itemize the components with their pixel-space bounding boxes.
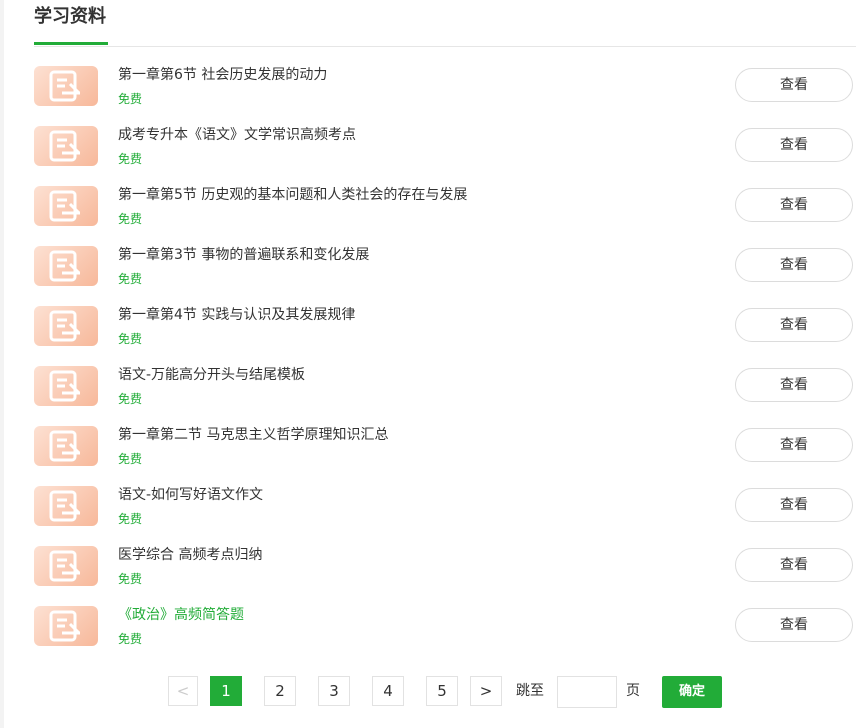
document-list-icon xyxy=(34,426,98,466)
item-price: 免费 xyxy=(118,92,143,106)
next-page-button[interactable]: > xyxy=(470,676,502,706)
left-edge-divider xyxy=(0,0,4,728)
item-price: 免费 xyxy=(118,212,143,226)
section-title-underline xyxy=(34,42,108,45)
list-item: 第一章第4节 实践与认识及其发展规律免费 查看 xyxy=(34,300,856,360)
page-button-1[interactable]: 1 xyxy=(210,676,242,706)
view-button[interactable]: 查看 xyxy=(735,188,853,222)
document-list-icon xyxy=(34,66,98,106)
item-title[interactable]: 成考专升本《语文》文学常识高频考点 xyxy=(118,125,356,145)
page-button-2[interactable]: 2 xyxy=(264,676,296,706)
item-title[interactable]: 第一章第3节 事物的普遍联系和变化发展 xyxy=(118,245,369,265)
list-item: 第一章第6节 社会历史发展的动力免费 查看 xyxy=(34,60,856,120)
item-price: 免费 xyxy=(118,152,143,166)
document-list-icon xyxy=(34,186,98,226)
view-button[interactable]: 查看 xyxy=(735,68,853,102)
document-list-icon xyxy=(34,126,98,166)
item-title[interactable]: 第一章第5节 历史观的基本问题和人类社会的存在与发展 xyxy=(118,185,467,205)
document-list-icon xyxy=(34,486,98,526)
list-item: 《政治》高频简答题免费 查看 xyxy=(34,600,856,660)
view-button[interactable]: 查看 xyxy=(735,368,853,402)
list-item: 第一章第二节 马克思主义哲学原理知识汇总免费 查看 xyxy=(34,420,856,480)
document-list-icon xyxy=(34,546,98,586)
list-item: 第一章第5节 历史观的基本问题和人类社会的存在与发展免费 查看 xyxy=(34,180,856,240)
page-button-3[interactable]: 3 xyxy=(318,676,350,706)
item-price: 免费 xyxy=(118,392,143,406)
confirm-jump-button[interactable]: 确定 xyxy=(662,676,722,708)
page-button-4[interactable]: 4 xyxy=(372,676,404,706)
item-price: 免费 xyxy=(118,572,143,586)
prev-page-button[interactable]: < xyxy=(168,676,198,706)
item-title[interactable]: 语文-万能高分开头与结尾模板 xyxy=(118,365,305,385)
item-price: 免费 xyxy=(118,452,143,466)
document-list-icon xyxy=(34,306,98,346)
view-button[interactable]: 查看 xyxy=(735,308,853,342)
pagination: < 1 2 3 4 5 > 跳至 页 确定 xyxy=(0,676,863,708)
item-title[interactable]: 第一章第二节 马克思主义哲学原理知识汇总 xyxy=(118,425,388,445)
list-item: 第一章第3节 事物的普遍联系和变化发展免费 查看 xyxy=(34,240,856,300)
item-title[interactable]: 第一章第4节 实践与认识及其发展规律 xyxy=(118,305,355,325)
document-list-icon xyxy=(34,606,98,646)
view-button[interactable]: 查看 xyxy=(735,128,853,162)
list-item: 成考专升本《语文》文学常识高频考点免费 查看 xyxy=(34,120,856,180)
view-button[interactable]: 查看 xyxy=(735,248,853,282)
item-title[interactable]: 医学综合 高频考点归纳 xyxy=(118,545,262,565)
item-title[interactable]: 第一章第6节 社会历史发展的动力 xyxy=(118,65,327,85)
item-price: 免费 xyxy=(118,512,143,526)
section-header: 学习资料 xyxy=(34,0,856,47)
material-list: 第一章第6节 社会历史发展的动力 免费 查看 成考专升本《语文》文学常识高频考点 免费查… xyxy=(34,60,856,660)
section-title: 学习资料 xyxy=(34,6,106,27)
jump-label: 跳至 xyxy=(516,683,544,699)
list-item: 语文-如何写好语文作文免费 查看 xyxy=(34,480,856,540)
list-item: 医学综合 高频考点归纳免费 查看 xyxy=(34,540,856,600)
view-button[interactable]: 查看 xyxy=(735,548,853,582)
item-title[interactable]: 《政治》高频简答题 xyxy=(118,605,244,625)
view-button[interactable]: 查看 xyxy=(735,608,853,642)
document-list-icon xyxy=(34,246,98,286)
item-price: 免费 xyxy=(118,632,143,646)
item-price: 免费 xyxy=(118,272,143,286)
list-item: 语文-万能高分开头与结尾模板免费 查看 xyxy=(34,360,856,420)
jump-page-input[interactable] xyxy=(557,676,617,708)
page-unit-label: 页 xyxy=(626,683,640,699)
item-price: 免费 xyxy=(118,332,143,346)
view-button[interactable]: 查看 xyxy=(735,488,853,522)
page-button-5[interactable]: 5 xyxy=(426,676,458,706)
document-list-icon xyxy=(34,366,98,406)
item-title[interactable]: 语文-如何写好语文作文 xyxy=(118,485,263,505)
view-button[interactable]: 查看 xyxy=(735,428,853,462)
